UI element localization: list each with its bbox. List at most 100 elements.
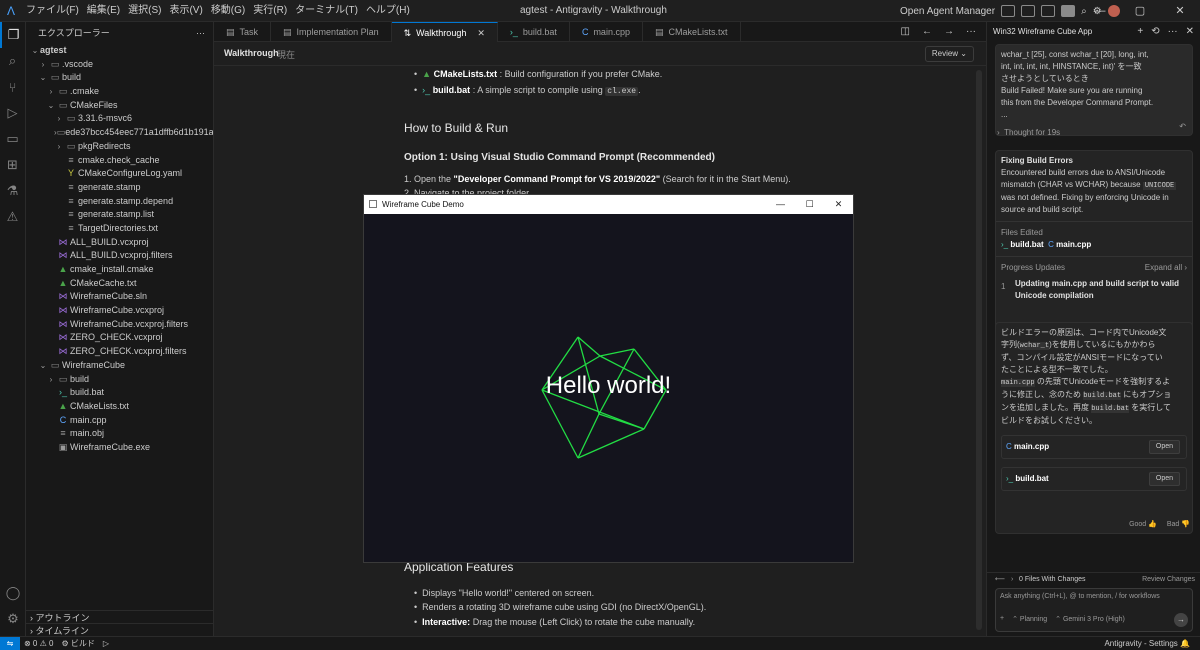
- chevron-down-icon[interactable]: ⌄: [30, 44, 40, 58]
- progress-update[interactable]: 1 Updating main.cpp and build script to …: [1001, 278, 1187, 302]
- extensions-icon[interactable]: ⊞: [0, 152, 25, 178]
- menu-go[interactable]: 移動(G): [207, 0, 249, 22]
- file-card-build-bat[interactable]: ›_ build.bat Open: [1001, 467, 1187, 491]
- menu-file[interactable]: ファイル(F): [22, 0, 83, 22]
- demo-close-button[interactable]: ✕: [824, 195, 853, 214]
- demo-maximize-button[interactable]: ☐: [795, 195, 824, 214]
- remote-explorer-icon[interactable]: ▭: [0, 126, 25, 152]
- tab-walkthrough[interactable]: ⇅ Walkthrough ✕: [391, 22, 498, 43]
- menu-selection[interactable]: 選択(S): [124, 0, 165, 22]
- close-button[interactable]: ✕: [1160, 0, 1200, 22]
- tree-folder[interactable]: › ▭ 3.31.6-msvc6: [26, 112, 213, 126]
- more-actions-icon[interactable]: ···: [966, 22, 976, 42]
- tree-file[interactable]: ≡ cmake.check_cache: [26, 154, 213, 168]
- timeline-section[interactable]: › タイムライン: [26, 623, 213, 636]
- wireframe-demo-window[interactable]: Wireframe Cube Demo — ☐ ✕ Hello world!: [363, 194, 854, 563]
- account-icon[interactable]: ◯: [0, 580, 26, 606]
- thought-toggle[interactable]: › Thought for 19s: [997, 128, 1060, 137]
- tree-file[interactable]: ⋈ WireframeCube.vcxproj.filters: [26, 318, 213, 332]
- back-icon[interactable]: ⟵: [995, 573, 1005, 587]
- send-arrow-icon[interactable]: →: [1174, 613, 1188, 627]
- tab-implementation-plan[interactable]: ▤ Implementation Plan: [271, 22, 392, 42]
- tree-file[interactable]: ⋈ WireframeCube.sln: [26, 290, 213, 304]
- split-editor-icon[interactable]: ◫: [901, 22, 910, 42]
- open-build-bat-button[interactable]: Open: [1148, 472, 1180, 486]
- tree-file[interactable]: ▲ CMakeCache.txt: [26, 277, 213, 291]
- layout-grid-icon[interactable]: [1001, 5, 1016, 17]
- back-arrow-icon[interactable]: ←: [922, 22, 932, 42]
- tree-file[interactable]: ≡ generate.stamp.depend: [26, 195, 213, 209]
- open-main-cpp-button[interactable]: Open: [1148, 440, 1180, 454]
- tab-task[interactable]: ▤ Task: [214, 22, 272, 42]
- more-actions-icon[interactable]: ···: [1168, 22, 1178, 42]
- tree-file[interactable]: ⋈ ALL_BUILD.vcxproj.filters: [26, 249, 213, 263]
- tree-folder[interactable]: › ▭ .vscode: [26, 58, 213, 72]
- tree-file[interactable]: ▲ cmake_install.cmake: [26, 263, 213, 277]
- tree-folder[interactable]: › ▭ pkgRedirects: [26, 140, 213, 154]
- explorer-icon[interactable]: ❐: [0, 22, 25, 48]
- build-button[interactable]: ⚙ ビルド: [57, 637, 98, 650]
- tree-file[interactable]: ▲ CMakeLists.txt: [26, 400, 213, 414]
- tree-file[interactable]: ⋈ ZERO_CHECK.vcxproj: [26, 331, 213, 345]
- toggle-sidebar-icon[interactable]: [1021, 5, 1036, 17]
- agent-icon[interactable]: ⚠: [0, 204, 25, 230]
- chevron-down-icon[interactable]: ⌄: [46, 99, 56, 113]
- source-control-icon[interactable]: ⑂: [0, 74, 25, 100]
- tree-folder[interactable]: › ▭ .cmake: [26, 85, 213, 99]
- tree-folder[interactable]: ⌄ ▭ WireframeCube: [26, 359, 213, 373]
- minimize-button[interactable]: —: [1080, 0, 1120, 22]
- chevron-down-icon[interactable]: ⌄: [38, 359, 48, 373]
- demo-window-titlebar[interactable]: Wireframe Cube Demo — ☐ ✕: [364, 195, 853, 214]
- chevron-right-icon[interactable]: ›: [54, 140, 64, 154]
- tree-file[interactable]: ›_ build.bat: [26, 386, 213, 400]
- manage-gear-icon[interactable]: ⚙: [0, 606, 26, 632]
- run-debug-icon[interactable]: ▷: [0, 100, 25, 126]
- maximize-button[interactable]: ▢: [1120, 0, 1160, 22]
- undo-icon[interactable]: ↶: [1179, 121, 1186, 133]
- edited-file-build-bat[interactable]: ›_ build.bat: [1001, 240, 1044, 249]
- forward-arrow-icon[interactable]: →: [944, 22, 954, 42]
- chevron-right-icon[interactable]: ›: [54, 112, 64, 126]
- mode-dropdown[interactable]: ⌃ Planning: [1012, 615, 1047, 623]
- close-panel-icon[interactable]: ✕: [1186, 22, 1194, 42]
- tree-folder[interactable]: ⌄ ▭ build: [26, 71, 213, 85]
- settings-status[interactable]: Antigravity - Settings 🔔: [1104, 637, 1190, 650]
- menu-help[interactable]: ヘルプ(H): [362, 0, 414, 22]
- file-card-main-cpp[interactable]: C main.cpp Open: [1001, 435, 1187, 459]
- tree-file[interactable]: ⋈ ZERO_CHECK.vcxproj.filters: [26, 345, 213, 359]
- toggle-secondary-sidebar-icon[interactable]: [1061, 5, 1076, 17]
- chevron-right-icon[interactable]: ›: [46, 85, 56, 99]
- tree-file[interactable]: ≡ generate.stamp.list: [26, 208, 213, 222]
- add-context-icon[interactable]: +: [1000, 615, 1004, 623]
- menu-terminal[interactable]: ターミナル(T): [291, 0, 362, 22]
- demo-minimize-button[interactable]: —: [766, 195, 795, 214]
- toggle-panel-icon[interactable]: [1041, 5, 1056, 17]
- tree-folder[interactable]: › ▭ build: [26, 373, 213, 387]
- remote-icon[interactable]: ⇋: [0, 637, 20, 650]
- run-button[interactable]: ▷: [99, 637, 113, 650]
- tree-file[interactable]: Cmain.cpp: [26, 414, 213, 428]
- open-agent-manager-button[interactable]: Open Agent Manager: [900, 6, 995, 17]
- testing-icon[interactable]: ⚗: [0, 178, 25, 204]
- tree-file[interactable]: ⋈ WireframeCube.vcxproj: [26, 304, 213, 318]
- chevron-right-icon[interactable]: ›: [38, 58, 48, 72]
- tree-file[interactable]: ≡ main.obj: [26, 427, 213, 441]
- edited-file-main-cpp[interactable]: C main.cpp: [1048, 240, 1091, 249]
- bad-feedback-button[interactable]: Bad 👎: [1167, 520, 1190, 528]
- outline-section[interactable]: › アウトライン: [26, 610, 213, 624]
- agent-input[interactable]: Ask anything (Ctrl+L), @ to mention, / f…: [995, 588, 1193, 632]
- good-feedback-button[interactable]: Good 👍: [1129, 520, 1157, 528]
- tab-build-bat[interactable]: ›_ build.bat: [498, 22, 570, 42]
- tree-folder[interactable]: ⌄ ▭ CMakeFiles: [26, 99, 213, 113]
- tree-file[interactable]: ≡ generate.stamp: [26, 181, 213, 195]
- new-chat-icon[interactable]: +: [1137, 22, 1143, 42]
- close-tab-icon[interactable]: ✕: [477, 23, 485, 43]
- editor-scrollbar[interactable]: [976, 70, 982, 630]
- history-icon[interactable]: ⟲: [1151, 22, 1159, 42]
- menu-run[interactable]: 実行(R): [249, 0, 291, 22]
- tree-file[interactable]: ⋈ ALL_BUILD.vcxproj: [26, 236, 213, 250]
- tree-folder[interactable]: › ▭ ede37bcc454eec771a1dffb6d1b191a4: [26, 126, 213, 140]
- chevron-down-icon[interactable]: ⌄: [38, 71, 48, 85]
- problems-indicator[interactable]: ⊗ 0 ⚠ 0: [20, 637, 57, 650]
- review-changes-button[interactable]: Review Changes: [1142, 573, 1195, 587]
